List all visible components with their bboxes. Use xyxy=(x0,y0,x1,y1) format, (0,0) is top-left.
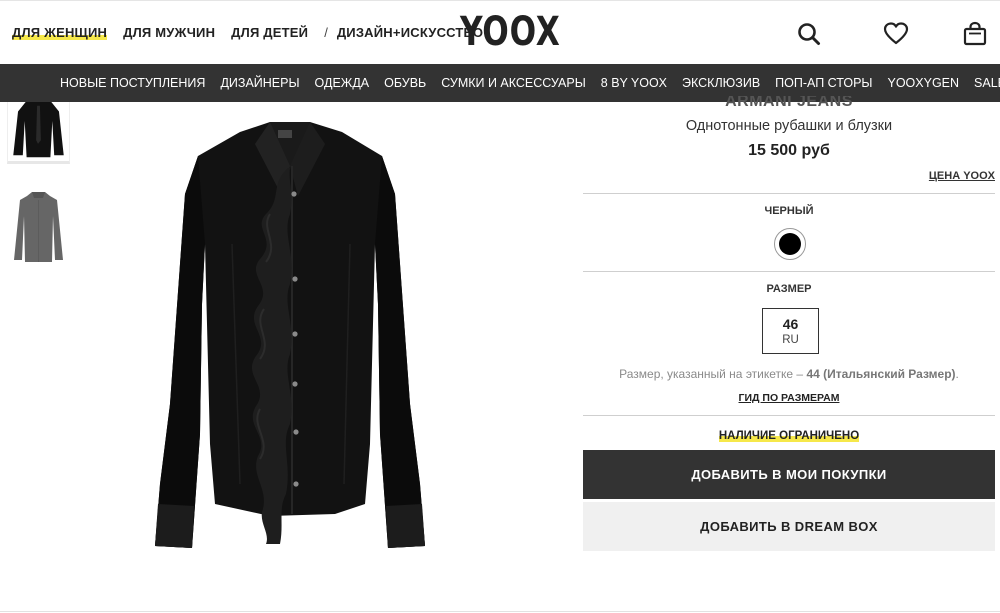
size-option-46[interactable]: 46 RU xyxy=(762,308,819,354)
size-guide-link[interactable]: ГИД ПО РАЗМЕРАМ xyxy=(583,392,995,404)
divider xyxy=(583,193,995,194)
yoox-price-link[interactable]: ЦЕНА YOOX xyxy=(929,170,995,182)
bottom-divider xyxy=(0,611,1000,612)
size-note-prefix: Размер, указанный на этикетке – xyxy=(619,367,807,381)
cat-8-by-yoox[interactable]: 8 BY YOOX xyxy=(601,76,667,90)
product-main-image[interactable] xyxy=(120,104,460,554)
product-category: Однотонные рубашки и блузки xyxy=(685,118,893,134)
heart-icon[interactable] xyxy=(883,21,909,47)
size-note-italian: 44 (Итальянский Размер) xyxy=(806,367,956,381)
nav-women[interactable]: ДЛЯ ЖЕНЩИН xyxy=(12,25,108,40)
cat-bags-accessories[interactable]: СУМКИ И АКСЕССУАРЫ xyxy=(441,76,586,90)
size-label: РАЗМЕР xyxy=(766,283,812,295)
nav-separator: / xyxy=(324,25,328,40)
cat-clothing[interactable]: ОДЕЖДА xyxy=(315,76,370,90)
site-header: ДЛЯ ЖЕНЩИН ДЛЯ МУЖЧИН ДЛЯ ДЕТЕЙ / ДИЗАЙН… xyxy=(0,0,1000,64)
divider xyxy=(583,415,995,416)
yoox-logo[interactable]: YOOX xyxy=(460,12,561,52)
color-swatch-dot xyxy=(779,233,801,255)
cat-sale[interactable]: SALE xyxy=(974,76,1000,90)
product-brand[interactable]: ARMANI JEANS xyxy=(583,96,995,110)
thumbnail-front[interactable] xyxy=(7,102,70,164)
cat-yooxygen[interactable]: YOOXYGEN xyxy=(887,76,959,90)
divider xyxy=(583,271,995,272)
nav-men[interactable]: ДЛЯ МУЖЧИН xyxy=(123,25,215,40)
cat-designers[interactable]: ДИЗАЙНЕРЫ xyxy=(220,76,299,90)
color-swatch-black[interactable] xyxy=(774,228,806,260)
color-label: ЧЕРНЫЙ xyxy=(764,205,814,217)
stock-status-text: НАЛИЧИЕ ОГРАНИЧЕНО xyxy=(718,430,860,442)
size-number: 46 xyxy=(782,316,799,332)
cat-exclusive[interactable]: ЭКСКЛЮЗИВ xyxy=(682,76,760,90)
stock-status: НАЛИЧИЕ ОГРАНИЧЕНО xyxy=(583,426,995,444)
add-to-cart-button[interactable]: ДОБАВИТЬ В МОИ ПОКУПКИ xyxy=(583,450,995,499)
shopping-bag-icon[interactable] xyxy=(962,21,988,47)
cat-new-arrivals[interactable]: НОВЫЕ ПОСТУПЛЕНИЯ xyxy=(60,76,205,90)
thumbnail-back[interactable] xyxy=(7,186,70,266)
nav-kids[interactable]: ДЛЯ ДЕТЕЙ xyxy=(231,25,308,40)
gender-nav: ДЛЯ ЖЕНЩИН ДЛЯ МУЖЧИН ДЛЯ ДЕТЕЙ / ДИЗАЙН… xyxy=(12,25,499,40)
size-unit: RU xyxy=(782,334,799,346)
size-note-suffix: . xyxy=(955,367,959,381)
size-note: Размер, указанный на этикетке – 44 (Итал… xyxy=(583,367,995,381)
add-to-dreambox-button[interactable]: ДОБАВИТЬ В DREAM BOX xyxy=(583,502,995,551)
cat-shoes[interactable]: ОБУВЬ xyxy=(384,76,426,90)
search-icon[interactable] xyxy=(796,21,822,47)
product-price: 15 500 руб xyxy=(748,142,830,159)
cat-popup-stores[interactable]: ПОП-АП СТОРЫ xyxy=(775,76,872,90)
